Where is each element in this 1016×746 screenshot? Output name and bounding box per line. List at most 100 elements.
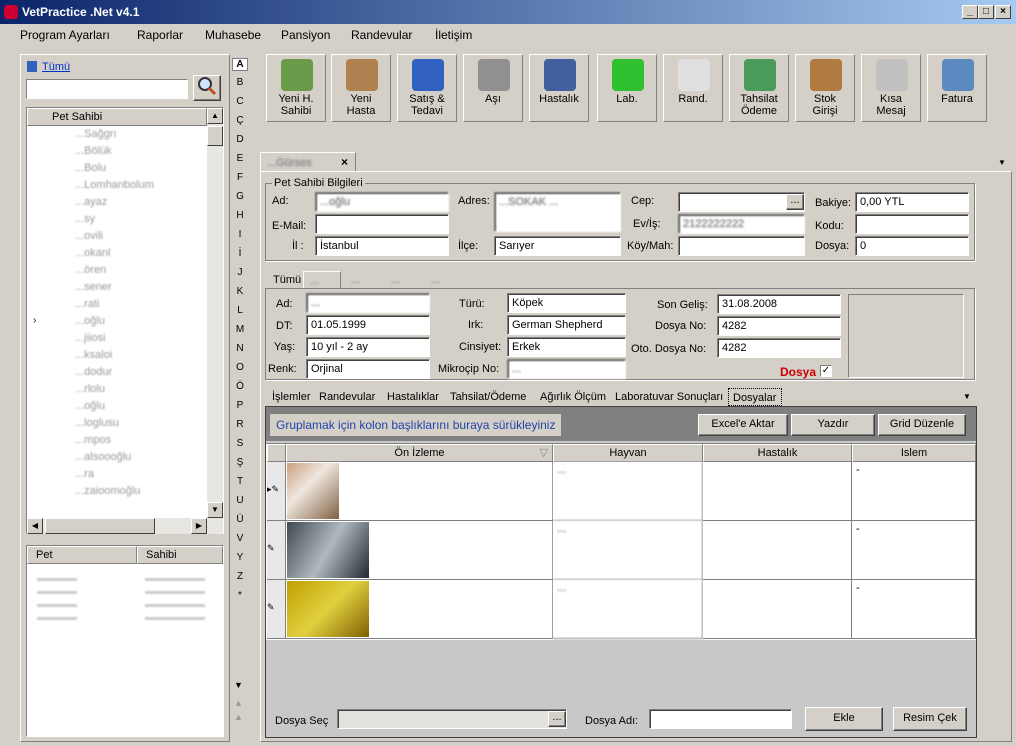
alphabet-letter[interactable]: C [232,96,248,107]
owner-list-item[interactable]: ...alsoooğlu [75,451,195,468]
toolbar-button-money[interactable]: Tahsilat Ödeme [729,54,789,122]
menu-raporlar[interactable]: Raporlar [137,28,183,42]
gender-field[interactable]: Erkek [507,337,626,357]
disease-cell[interactable] [703,462,852,521]
birth-date-field[interactable]: 01.05.1999 [306,315,430,335]
tab-hastaliklar[interactable]: Hastalıklar [387,391,439,403]
menu-iletisim[interactable]: İletişim [435,28,472,42]
alphabet-letter[interactable]: E [232,153,248,164]
alphabet-letter[interactable]: Ü [232,514,248,525]
menu-muhasebe[interactable]: Muhasebe [205,28,261,42]
age-field[interactable]: 10 yıl - 2 ay [306,337,430,357]
file-browse-button[interactable]: ... [548,711,566,727]
tab-agirlik[interactable]: Ağırlık Ölçüm [540,391,606,403]
phone-field[interactable]: 2122222222 [678,214,805,234]
owner-list-header[interactable]: Pet Sahibi [27,108,207,126]
col-preview[interactable]: Ön İzleme ▽ [286,444,553,462]
minimize-button[interactable]: _ [962,5,978,19]
tab-menu-arrow[interactable]: ▼ [998,158,1006,167]
tab-tahsilat[interactable]: Tahsilat/Ödeme [450,391,526,403]
close-tab-icon[interactable]: × [341,155,348,169]
pet-tab-2[interactable]: ... [351,274,360,286]
alphabet-letter[interactable]: P [232,400,248,411]
pet-tab-all[interactable]: Tümü [273,274,301,286]
operation-cell[interactable]: - [852,462,976,521]
owner-list-item[interactable]: ...ayaz [75,196,195,213]
alphabet-letter[interactable]: Ö [232,381,248,392]
address-field[interactable]: ...SOKAK ... [494,192,621,232]
alphabet-letter[interactable]: Ş [232,457,248,468]
owner-list-item[interactable]: ...mpos [75,434,195,451]
tab-islemler[interactable]: İşlemler [272,391,311,403]
toolbar-button-people[interactable]: Yeni H. Sahibi [266,54,326,122]
auto-file-no-field[interactable]: 4282 [717,338,841,358]
pet-list-items[interactable] [37,568,77,628]
search-button[interactable] [193,75,221,101]
breed-field[interactable]: German Shepherd [507,315,626,335]
hscroll-thumb[interactable] [45,518,155,534]
toolbar-button-dog[interactable]: Yeni Hasta [331,54,391,122]
owner-list-item[interactable]: ...sener [75,281,195,298]
alphabet-letter[interactable]: V [232,533,248,544]
owner-list-item[interactable]: ...ra [75,468,195,485]
file-no-field[interactable]: 4282 [717,316,841,336]
alphabet-letter[interactable]: R [232,419,248,430]
subtab-menu-arrow[interactable]: ▼ [963,392,971,401]
alphabet-letter[interactable]: U [232,495,248,506]
toolbar-button-pills[interactable]: Satış & Tedavi [397,54,457,122]
disease-cell[interactable] [703,580,852,639]
print-button[interactable]: Yazdır [791,414,875,436]
col-animal[interactable]: Hayvan [553,444,703,462]
alphabet-letter[interactable]: H [232,210,248,221]
owner-list-item[interactable]: ...okanl [75,247,195,264]
color-field[interactable]: Orjinal [306,359,430,379]
animal-cell[interactable]: ... [553,580,703,639]
alphabet-letter[interactable]: F [232,172,248,183]
alphabet-letter[interactable]: G [232,191,248,202]
alphabet-letter[interactable]: İ [232,248,248,259]
toolbar-button-box[interactable]: Stok Girişi [795,54,855,122]
scroll-thumb[interactable] [207,126,223,146]
owner-column-header[interactable]: Sahibi [137,546,223,564]
alphabet-letter[interactable]: Y [232,552,248,563]
owner-list-item[interactable]: ...Sağgrı [75,128,195,145]
email-field[interactable] [315,214,449,234]
disease-cell[interactable] [703,521,852,580]
owner-list-item[interactable]: ...oğlu [75,400,195,417]
owner-list-item[interactable]: ...oğlu [75,315,195,332]
owner-list-items[interactable] [145,568,205,628]
alphabet-letter[interactable]: * [232,590,248,601]
pet-tab-selected[interactable]: ... [303,271,341,289]
refresh-icon[interactable] [27,61,37,72]
take-photo-button[interactable]: Resim Çek [893,707,967,731]
preview-thumbnail[interactable] [287,581,369,637]
alphabet-letter[interactable]: Ç [232,115,248,126]
owner-list-item[interactable]: ...zaioomoğlu [75,485,195,502]
alphabet-letter[interactable]: K [232,286,248,297]
alphabet-letter[interactable]: M [232,324,248,335]
animal-cell[interactable]: ... [553,462,703,521]
alphabet-letter[interactable]: S [232,438,248,449]
owner-name-field[interactable]: ...oğlu [315,192,449,212]
row-indicator[interactable]: ✎ [267,521,286,580]
close-button[interactable]: × [995,5,1011,19]
alphabet-scroll-up-1[interactable]: ▲ [234,698,243,708]
mobile-browse-button[interactable]: ... [786,194,804,210]
file-checkbox[interactable]: ✓ [820,365,832,377]
alphabet-letter[interactable]: N [232,343,248,354]
alphabet-scroll-up-2[interactable]: ▲ [234,712,243,722]
preview-thumbnail[interactable] [287,522,369,578]
code-field[interactable] [855,214,969,234]
doc-tab[interactable]: ...Gürses × [260,152,356,172]
owner-list-item[interactable]: ...sy [75,213,195,230]
search-input[interactable] [26,79,188,99]
alphabet-letter[interactable]: D [232,134,248,145]
toolbar-button-clock[interactable]: Rand. [663,54,723,122]
add-button[interactable]: Ekle [805,707,883,731]
scroll-left-button[interactable]: ◀ [27,518,43,534]
pet-tab-3[interactable]: ... [391,274,400,286]
preview-cell[interactable] [286,580,553,639]
alphabet-letter[interactable]: O [232,362,248,373]
toolbar-button-syringe[interactable]: Aşı [463,54,523,122]
file-count-field[interactable]: 0 [855,236,969,256]
